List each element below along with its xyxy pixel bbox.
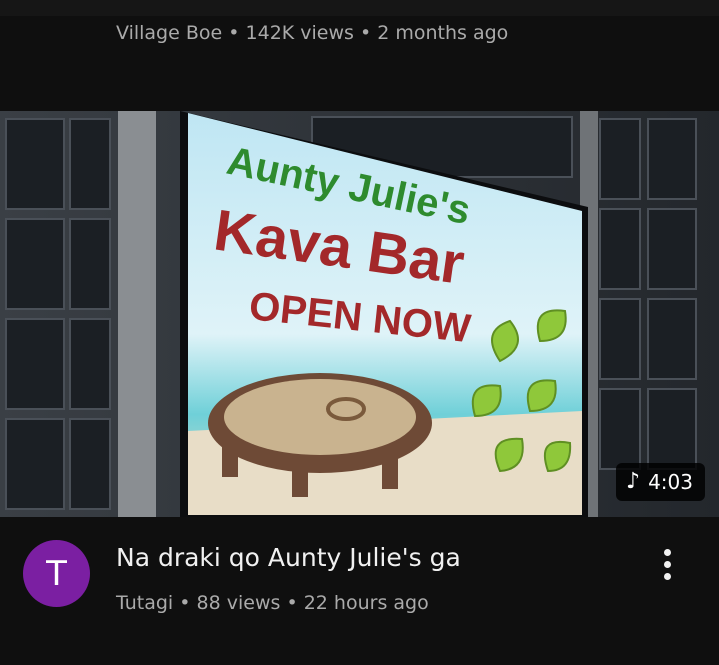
avatar-letter: T (46, 553, 67, 594)
music-note-icon: ♪ (626, 469, 641, 494)
previous-channel-name[interactable]: Village Boe (116, 22, 222, 44)
view-count: 88 views (196, 592, 281, 614)
previous-video-edge (0, 0, 719, 16)
duration-text: 4:03 (648, 470, 693, 494)
previous-video-meta: Village Boe • 142K views • 2 months ago (116, 22, 509, 44)
more-vertical-icon[interactable] (650, 540, 684, 588)
video-thumbnail[interactable]: Aunty Julie's Kava Bar OPEN NOW (0, 111, 719, 517)
channel-avatar[interactable]: T (23, 540, 90, 607)
upload-age: 22 hours ago (303, 592, 429, 614)
video-title[interactable]: Na draki qo Aunty Julie's ga (116, 543, 461, 572)
duration-badge: ♪ 4:03 (616, 463, 705, 501)
video-meta: Tutagi • 88 views • 22 hours ago (116, 592, 429, 614)
channel-name[interactable]: Tutagi (116, 592, 173, 614)
previous-view-count: 142K views (245, 22, 354, 44)
previous-upload-age: 2 months ago (377, 22, 509, 44)
